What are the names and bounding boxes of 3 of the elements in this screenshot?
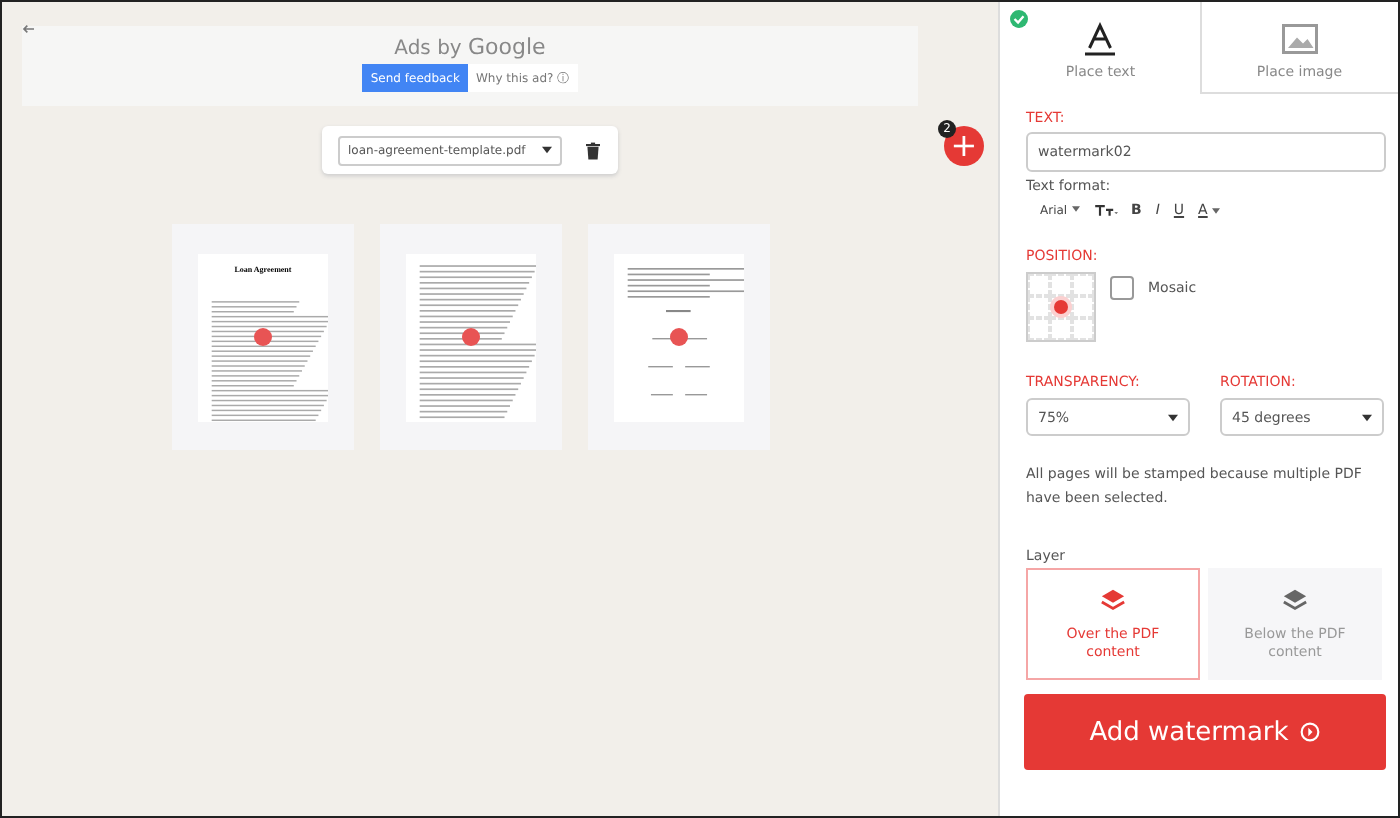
ad-brand: Google	[468, 34, 546, 60]
add-watermark-button[interactable]: Add watermark	[1024, 694, 1386, 770]
ad-label: Ads by	[394, 38, 462, 60]
